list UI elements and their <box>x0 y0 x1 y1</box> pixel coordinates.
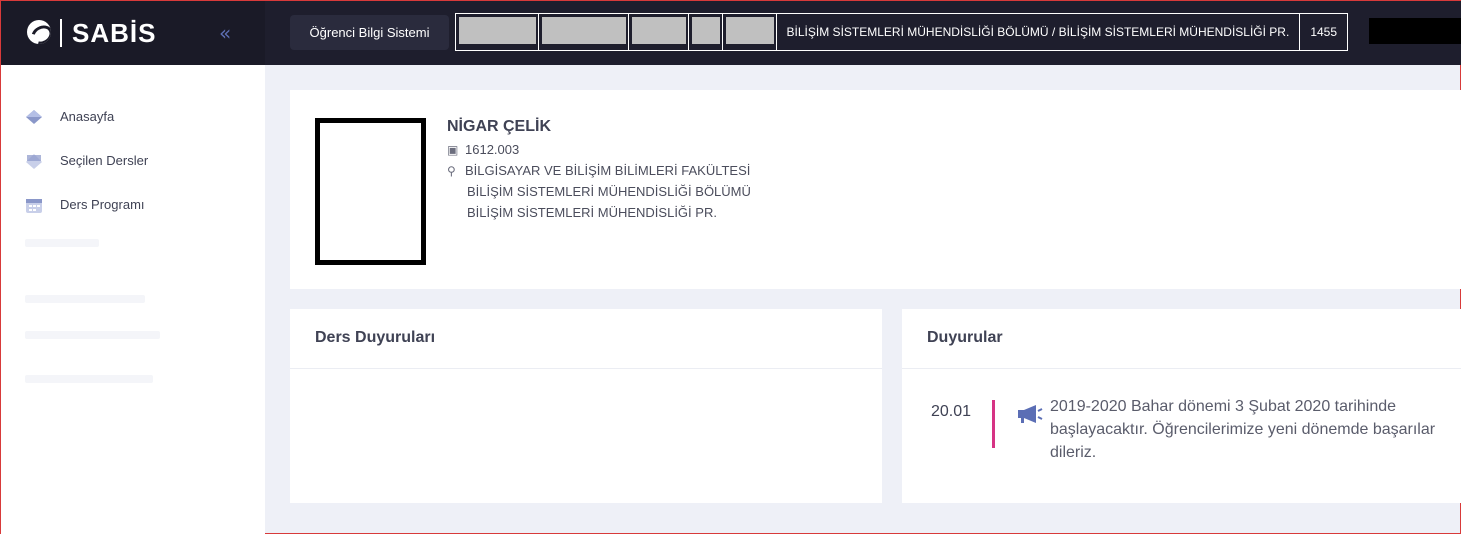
sidebar-item-ders-programi[interactable]: Ders Programı <box>1 187 265 223</box>
faded-sidebar-item <box>25 239 99 247</box>
calendar-icon <box>26 199 42 213</box>
user-info-strip: BİLİŞİM SİSTEMLERİ MÜHENDİSLİĞİ BÖLÜMÜ /… <box>455 13 1348 51</box>
course-announcements-card: Ders Duyuruları <box>290 309 882 503</box>
redacted-field <box>456 14 540 50</box>
sidebar-item-label: Ders Programı <box>60 197 145 212</box>
program-name: BİLİŞİM SİSTEMLERİ MÜHENDİSLİĞİ PR. <box>467 205 717 220</box>
location-pin-icon: ⚲ <box>447 164 456 178</box>
announcement-accent-bar <box>992 400 995 448</box>
profile-card: NİGAR ÇELİK ▣ 1612.003 ⚲ BİLGİSAYAR VE BİL… <box>290 90 1461 289</box>
sabis-logo-icon <box>27 20 51 44</box>
redacted-field <box>539 14 630 50</box>
department-name: BİLİŞİM SİSTEMLERİ MÜHENDİSLİĞİ BÖLÜMÜ <box>467 184 751 199</box>
home-diamond-icon <box>26 110 42 124</box>
redacted-field <box>723 14 777 50</box>
logo-text: SABİS <box>72 18 157 48</box>
faded-sidebar-item <box>25 295 145 303</box>
top-bar: SABİS « Öğrenci Bilgi Sistemi BİLİŞİM Sİ… <box>1 1 1461 65</box>
double-chevron-left-icon[interactable]: « <box>219 23 239 43</box>
sidebar-item-anasayfa[interactable]: Anasayfa <box>1 99 265 135</box>
redacted-user-box <box>1369 18 1461 44</box>
announcements-card: Duyurular 20.01 2019-2020 Bahar dönemi 3… <box>902 309 1461 503</box>
student-id-row: ▣ 1612.003 <box>447 142 519 157</box>
sidebar: Anasayfa Seçilen Dersler Ders Programı <box>1 65 265 534</box>
brand-area: SABİS « <box>1 1 265 65</box>
profile-photo <box>315 118 426 265</box>
id-badge-icon: ▣ <box>447 143 459 157</box>
department-path: BİLİŞİM SİSTEMLERİ MÜHENDİSLİĞİ BÖLÜMÜ /… <box>786 25 1290 39</box>
logo-divider <box>60 19 62 47</box>
announcement-date: 20.01 <box>931 403 972 420</box>
department-path-cell: BİLİŞİM SİSTEMLERİ MÜHENDİSLİĞİ BÖLÜMÜ /… <box>777 14 1301 50</box>
faculty-name: BİLGİSAYAR VE BİLİŞİM BİLİMLERİ FAKÜLTES… <box>465 163 751 178</box>
faculty-row: ⚲ BİLGİSAYAR VE BİLİŞİM BİLİMLERİ FAKÜLTE… <box>447 163 750 178</box>
faded-sidebar-item <box>25 375 153 383</box>
selected-courses-icon <box>26 154 42 169</box>
sidebar-item-label: Seçilen Dersler <box>60 153 149 168</box>
card-title: Duyurular <box>902 309 1461 369</box>
student-id: 1612.003 <box>465 142 520 157</box>
faded-sidebar-item <box>25 331 160 339</box>
announcement-text[interactable]: 2019-2020 Bahar dönemi 3 Şubat 2020 tari… <box>1050 395 1450 464</box>
sidebar-item-label: Anasayfa <box>60 109 115 124</box>
redacted-field <box>629 14 690 50</box>
code-text: 1455 <box>1310 25 1338 39</box>
system-button[interactable]: Öğrenci Bilgi Sistemi <box>290 15 449 50</box>
code-cell: 1455 <box>1300 14 1347 50</box>
sidebar-item-secilen-dersler[interactable]: Seçilen Dersler <box>1 143 265 179</box>
redacted-field <box>689 14 723 50</box>
card-title: Ders Duyuruları <box>290 309 882 369</box>
megaphone-icon <box>1018 405 1043 423</box>
student-name: NİGAR ÇELİK <box>447 118 551 135</box>
